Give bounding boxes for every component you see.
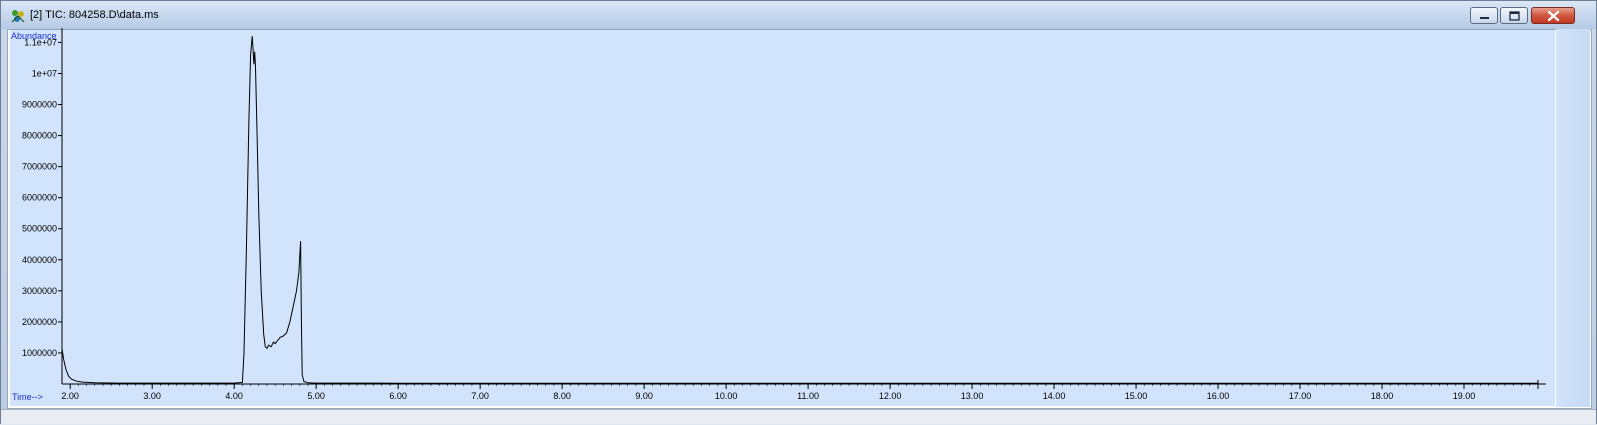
y-tick-label: 3000000 (22, 286, 57, 296)
x-tick-label: 14.00 (1043, 391, 1066, 401)
x-tick-label: 2.00 (61, 391, 79, 401)
x-tick-label: 3.00 (143, 391, 161, 401)
tic-trace (62, 36, 1538, 383)
x-tick-label: 19.00 (1453, 391, 1476, 401)
chromatogram-window: [2] TIC: 804258.D\data.ms Abundance Time… (0, 0, 1597, 424)
y-tick-label: 8000000 (22, 131, 57, 141)
x-tick-label: 4.00 (225, 391, 243, 401)
y-tick-label: 5000000 (22, 224, 57, 234)
chromatogram-chart: 1000000 2000000 3000000 4000000 5000000 60000… (1, 1, 1597, 425)
y-tick-label: 4000000 (22, 255, 57, 265)
x-tick-label: 11.00 (797, 391, 819, 401)
x-tick-label: 17.00 (1289, 391, 1312, 401)
x-tick-label: 13.00 (961, 391, 984, 401)
x-tick-label: 18.00 (1371, 391, 1394, 401)
x-tick-label: 9.00 (635, 391, 653, 401)
x-tick-label: 5.00 (307, 391, 325, 401)
y-tick-label: 6000000 (22, 193, 57, 203)
y-tick-label: 7000000 (22, 162, 57, 172)
x-tick-label: 8.00 (553, 391, 571, 401)
y-tick-label: 1000000 (22, 348, 57, 358)
x-tick-label: 7.00 (471, 391, 489, 401)
x-tick-label: 16.00 (1207, 391, 1230, 401)
x-tick-label: 6.00 (389, 391, 407, 401)
x-tick-label: 12.00 (879, 391, 902, 401)
x-tick-label: 10.00 (715, 391, 738, 401)
y-tick-label: 1.1e+07 (24, 37, 57, 47)
y-tick-label: 9000000 (22, 100, 57, 110)
y-tick-label: 1e+07 (32, 68, 57, 78)
x-tick-label: 15.00 (1125, 391, 1148, 401)
y-tick-label: 2000000 (22, 317, 57, 327)
